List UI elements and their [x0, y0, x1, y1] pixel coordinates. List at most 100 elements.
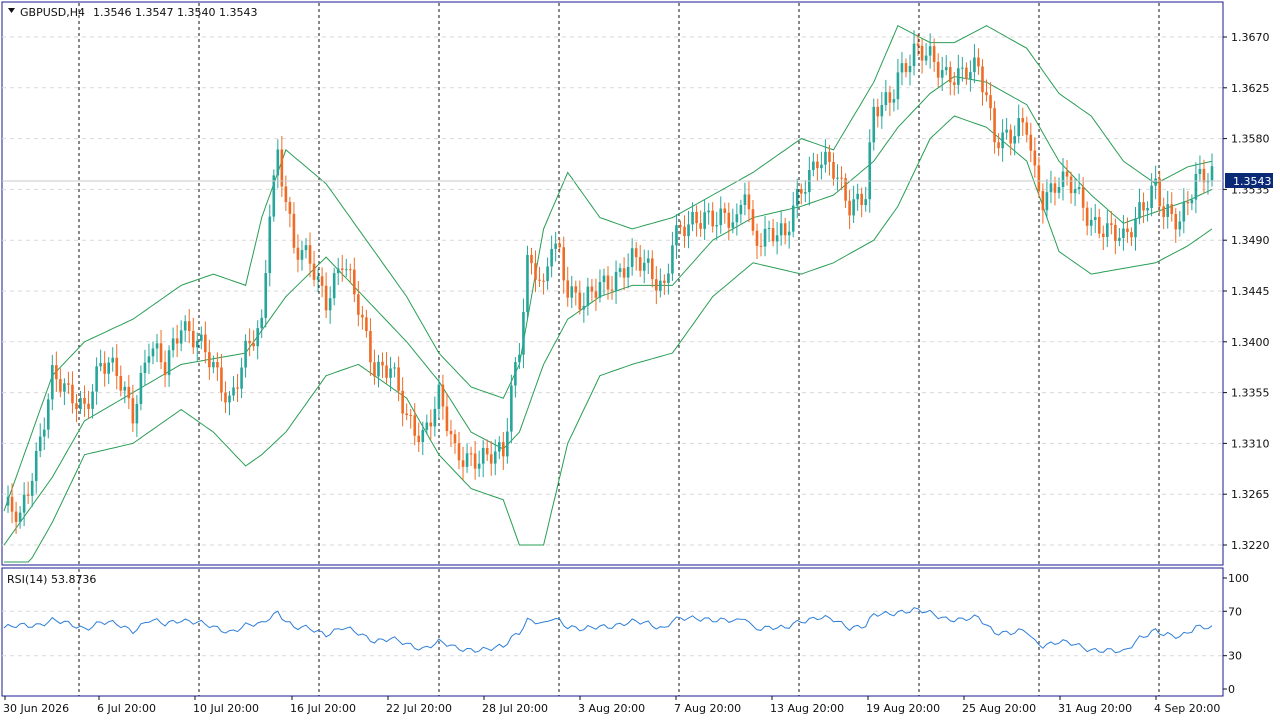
- bull-candle-body: [147, 356, 151, 363]
- bull-candle-body: [787, 231, 791, 236]
- bull-candle-body: [232, 387, 235, 396]
- bull-candle-body: [139, 373, 143, 404]
- bull-candle-body: [46, 399, 50, 430]
- bear-candle-body: [502, 442, 505, 457]
- bull-candle-body: [63, 383, 66, 392]
- bull-candle-body: [880, 105, 884, 117]
- time-tick-label: 6 Jul 20:00: [97, 702, 156, 715]
- bear-candle-body: [755, 230, 759, 246]
- bear-candle-body: [981, 66, 984, 93]
- bear-candle-body: [159, 343, 163, 363]
- bear-candle-body: [932, 46, 936, 62]
- bear-candle-body: [163, 362, 167, 376]
- trading-chart[interactable]: 1.36701.36251.35801.35351.34901.34451.34…: [0, 0, 1280, 720]
- bull-candle-body: [852, 199, 855, 216]
- bear-candle-body: [989, 95, 992, 109]
- bull-candle-body: [276, 149, 280, 176]
- time-tick-label: 3 Aug 20:00: [578, 702, 645, 715]
- bull-candle-body: [586, 286, 590, 306]
- bull-candle-body: [34, 450, 38, 481]
- bear-candle-body: [71, 384, 74, 404]
- bull-candle-body: [195, 340, 199, 348]
- bear-candle-body: [1021, 118, 1025, 123]
- rsi-tick-label: 0: [1228, 683, 1235, 696]
- bull-candle-body: [1122, 228, 1125, 238]
- bull-candle-body: [707, 210, 710, 213]
- bear-candle-body: [187, 321, 191, 331]
- bull-candle-body: [316, 276, 320, 280]
- bull-candle-body: [550, 248, 553, 267]
- bear-candle-body: [578, 292, 582, 310]
- bear-candle-body: [606, 275, 610, 290]
- bear-candle-body: [284, 186, 288, 203]
- bear-candle-body: [191, 330, 195, 348]
- bull-candle-body: [268, 216, 272, 274]
- bear-candle-body: [292, 213, 296, 248]
- bear-candle-body: [590, 286, 594, 292]
- bear-candle-body: [1186, 201, 1190, 204]
- bull-candle-body: [687, 224, 690, 237]
- bear-candle-body: [397, 367, 400, 391]
- bull-candle-body: [908, 66, 912, 73]
- bear-candle-body: [365, 317, 368, 332]
- bear-candle-body: [1053, 183, 1057, 193]
- bull-candle-body: [1150, 185, 1153, 208]
- bull-candle-body: [1190, 199, 1194, 204]
- bull-candle-body: [514, 362, 517, 386]
- bull-candle-body: [389, 368, 392, 378]
- bear-candle-body: [449, 431, 453, 435]
- bull-candle-body: [775, 235, 779, 242]
- price-tick-label: 1.3625: [1231, 82, 1270, 95]
- bull-candle-body: [1154, 178, 1157, 186]
- bull-candle-body: [151, 348, 155, 357]
- bear-candle-body: [699, 223, 702, 229]
- bull-candle-body: [896, 72, 900, 100]
- bull-candle-body: [1194, 173, 1198, 200]
- bull-candle-body: [824, 151, 827, 165]
- bull-candle-body: [1210, 166, 1214, 181]
- bear-candle-body: [1202, 168, 1206, 183]
- bear-candle-body: [461, 460, 465, 467]
- bear-candle-body: [634, 248, 638, 258]
- bull-candle-body: [30, 480, 34, 496]
- bull-candle-body: [171, 338, 175, 351]
- bull-candle-body: [336, 268, 340, 274]
- bull-candle-body: [1057, 187, 1061, 193]
- price-tick-label: 1.3580: [1231, 133, 1270, 146]
- bear-candle-body: [1130, 232, 1133, 238]
- bull-candle-body: [111, 357, 115, 363]
- bull-candle-body: [510, 385, 513, 432]
- bear-candle-body: [650, 258, 654, 280]
- bull-candle-body: [477, 463, 481, 469]
- symbol-label: GBPUSD,H4: [20, 6, 85, 19]
- bull-candle-body: [506, 431, 509, 457]
- price-tick-label: 1.3310: [1231, 437, 1270, 450]
- bull-candle-body: [675, 225, 678, 246]
- bear-candle-body: [948, 67, 952, 83]
- bear-candle-body: [977, 57, 980, 67]
- rsi-label: RSI(14) 53.8736: [7, 573, 96, 586]
- bull-candle-body: [602, 275, 606, 283]
- bear-candle-body: [1081, 187, 1085, 208]
- bull-candle-body: [179, 330, 183, 344]
- bull-candle-body: [739, 204, 743, 215]
- bull-candle-body: [864, 199, 868, 206]
- bull-candle-body: [1093, 217, 1097, 220]
- bull-candle-body: [570, 286, 574, 298]
- bear-candle-body: [208, 352, 211, 368]
- bear-candle-body: [1174, 213, 1178, 230]
- bear-candle-body: [87, 403, 90, 409]
- bull-candle-body: [868, 142, 872, 200]
- bull-candle-body: [795, 189, 799, 206]
- bear-candle-body: [288, 202, 292, 214]
- bull-candle-body: [1106, 223, 1109, 238]
- bull-candle-body: [820, 164, 823, 169]
- bear-candle-body: [119, 376, 123, 391]
- bear-candle-body: [799, 189, 803, 194]
- bull-candle-body: [22, 494, 26, 513]
- bull-candle-body: [437, 384, 441, 409]
- bear-candle-body: [638, 257, 642, 271]
- bull-candle-body: [421, 429, 425, 443]
- bear-candle-body: [965, 67, 968, 80]
- bull-candle-body: [264, 273, 268, 318]
